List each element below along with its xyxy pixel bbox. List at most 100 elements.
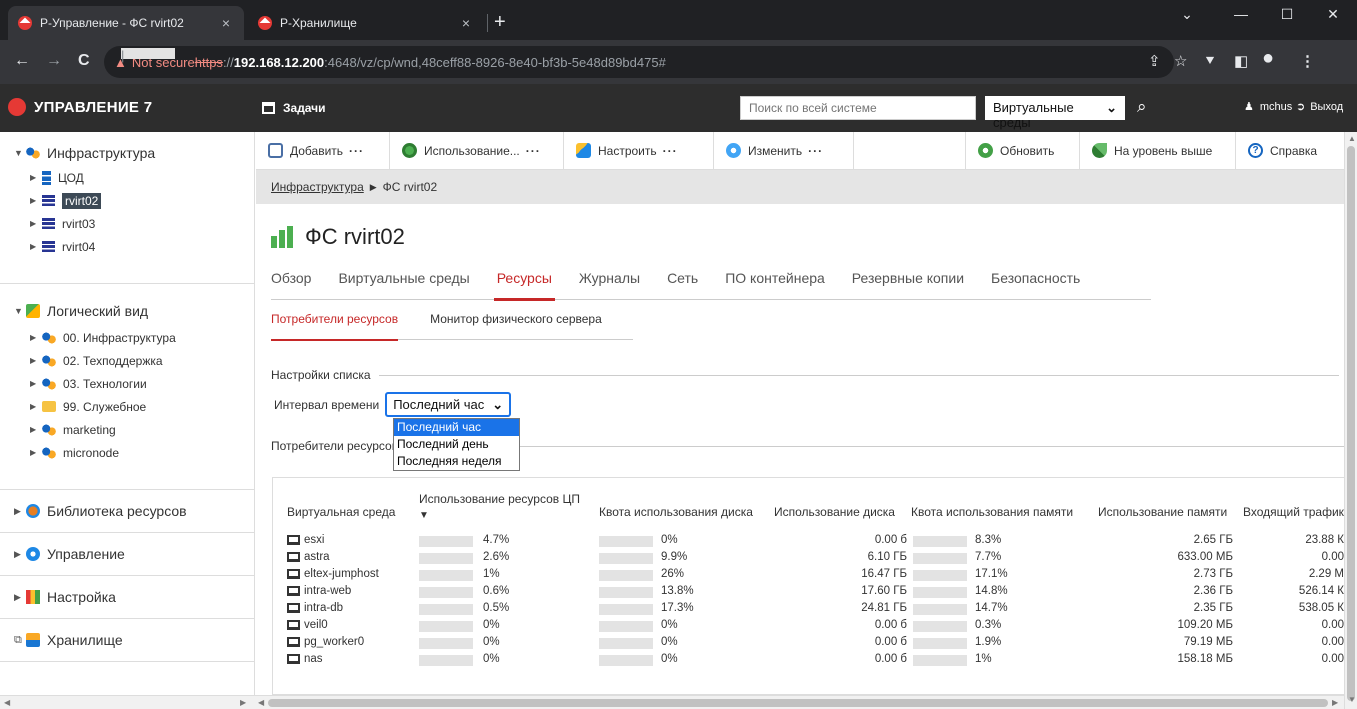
caret-down-icon[interactable]: ▼ <box>14 148 26 158</box>
scroll-left-icon[interactable]: ◀ <box>4 698 10 707</box>
share-icon[interactable]: ⇪ <box>1148 54 1161 70</box>
sidebar-section-title[interactable]: ⧉ Хранилище <box>0 619 254 661</box>
tree-item-infrastructure[interactable]: ▶ 00. Инфраструктура <box>0 326 254 349</box>
up-level-button[interactable]: На уровень выше <box>1080 132 1236 169</box>
scrollbar-thumb[interactable] <box>268 699 1328 707</box>
caret-right-icon[interactable]: ▶ <box>30 402 42 411</box>
address-bar[interactable]: ▲ Not secure | https://192.168.12.200:46… <box>104 46 1174 78</box>
new-tab-button[interactable]: + <box>494 12 506 32</box>
browser-menu-icon[interactable]: ⋮ <box>1300 54 1315 70</box>
column-header-incoming-traffic[interactable]: Входящий трафик <box>1243 505 1344 519</box>
table-row[interactable]: intra-db 0.5% 17.3% 24.81 ГБ 14.7% 2.35 ГБ 538… <box>273 602 1344 618</box>
caret-right-icon[interactable]: ▶ <box>30 379 42 388</box>
user-menu[interactable]: ♟ mchus <box>1244 100 1292 114</box>
main-vertical-scrollbar[interactable]: ▲ ▼ <box>1344 132 1357 709</box>
reload-button[interactable]: C <box>78 52 90 70</box>
column-header-cpu[interactable]: Использование ресурсов ЦП <box>419 492 580 506</box>
vm-name-cell[interactable]: nas <box>287 653 323 665</box>
vm-name-cell[interactable]: intra-web <box>287 585 351 597</box>
scroll-right-icon[interactable]: ▶ <box>240 698 246 707</box>
vm-name-cell[interactable]: pg_worker0 <box>287 636 364 648</box>
table-row[interactable]: pg_worker0 0% 0% 0.00 б 1.9% 79.19 МБ 0.00 <box>273 636 1344 652</box>
caret-right-icon[interactable]: ▶ <box>14 549 26 560</box>
table-row[interactable]: veil0 0% 0% 0.00 б 0.3% 109.20 МБ 0.00 <box>273 619 1344 635</box>
caret-right-icon[interactable]: ▶ <box>30 196 42 205</box>
external-link-icon[interactable]: ⧉ <box>14 634 26 647</box>
forward-button[interactable]: → <box>46 52 62 70</box>
sidebar-section-title[interactable]: ▶ Библиотека ресурсов <box>0 490 254 532</box>
scroll-left-icon[interactable]: ◀ <box>258 698 264 707</box>
configure-button[interactable]: Настроить ··· <box>564 132 714 169</box>
caret-right-icon[interactable]: ▶ <box>30 425 42 434</box>
vm-name-cell[interactable]: esxi <box>287 534 324 546</box>
subtab-physical-server-monitor[interactable]: Монитор физического сервера <box>430 312 602 340</box>
caret-right-icon[interactable]: ▶ <box>14 592 26 603</box>
tab-overview[interactable]: Обзор <box>271 270 311 300</box>
tree-item-micronode[interactable]: ▶ micronode <box>0 441 254 464</box>
tab-network[interactable]: Сеть <box>667 270 698 300</box>
back-button[interactable]: ← <box>14 52 30 70</box>
vm-name-cell[interactable]: eltex-jumphost <box>287 568 379 580</box>
profile-icon[interactable]: ● <box>1262 48 1274 68</box>
sidebar-section-library[interactable]: ▶ Библиотека ресурсов <box>0 490 254 533</box>
tree-item-technologies[interactable]: ▶ 03. Технологии <box>0 372 254 395</box>
app-logo[interactable]: УПРАВЛЕНИЕ 7 <box>8 98 152 116</box>
interval-select[interactable]: Последний час ⌄ <box>385 392 512 417</box>
tab-container-software[interactable]: ПО контейнера <box>725 270 825 300</box>
interval-option-day[interactable]: Последний день <box>394 436 519 453</box>
breadcrumb-link-infrastructure[interactable]: Инфраструктура <box>271 180 364 194</box>
sidebar-section-settings[interactable]: ▶ Настройка <box>0 576 254 619</box>
tab-search-icon[interactable]: ⌄ <box>1164 6 1210 23</box>
window-close-button[interactable]: ✕ <box>1310 6 1356 23</box>
help-button[interactable]: ? Справка <box>1236 132 1344 169</box>
caret-right-icon[interactable]: ▶ <box>30 333 42 342</box>
scroll-up-icon[interactable]: ▲ <box>1348 134 1356 143</box>
usage-button[interactable]: Использование... ··· <box>390 132 564 169</box>
vm-name-cell[interactable]: veil0 <box>287 619 328 631</box>
tree-item-service[interactable]: ▶ 99. Служебное <box>0 395 254 418</box>
table-row[interactable]: esxi 4.7% 0% 0.00 б 8.3% 2.65 ГБ 23.88 К <box>273 534 1344 550</box>
table-row[interactable]: eltex-jumphost 1% 26% 16.47 ГБ 17.1% 2.73 ГБ 2… <box>273 568 1344 584</box>
refresh-button[interactable]: Обновить <box>966 132 1080 169</box>
bookmark-star-icon[interactable]: ☆ <box>1174 54 1187 70</box>
table-row[interactable]: nas 0% 0% 0.00 б 1% 158.18 МБ 0.00 <box>273 653 1344 669</box>
tab-logs[interactable]: Журналы <box>579 270 640 300</box>
browser-tab-upravlenie[interactable]: Р-Управление - ФС rvirt02 × <box>8 6 244 40</box>
tab-backups[interactable]: Резервные копии <box>852 270 964 300</box>
search-icon[interactable]: ⌕ <box>1137 98 1147 116</box>
main-horizontal-scrollbar[interactable]: ◀ ▶ <box>256 695 1344 709</box>
close-icon[interactable]: × <box>458 15 474 31</box>
column-header-mem-quota[interactable]: Квота использования памяти <box>911 505 1073 519</box>
caret-right-icon[interactable]: ▶ <box>30 219 42 228</box>
vm-name-cell[interactable]: astra <box>287 551 330 563</box>
vm-name-cell[interactable]: intra-db <box>287 602 343 614</box>
sidebar-horizontal-scrollbar[interactable]: ◀ ▶ <box>0 695 256 709</box>
add-button[interactable]: Добавить ··· <box>256 132 390 169</box>
scroll-right-icon[interactable]: ▶ <box>1332 698 1338 707</box>
caret-right-icon[interactable]: ▶ <box>30 448 42 457</box>
subtab-resource-consumers[interactable]: Потребители ресурсов <box>271 312 399 341</box>
tree-item-rvirt04[interactable]: ▶ rvirt04 <box>0 235 254 258</box>
column-header-disk-usage[interactable]: Использование диска <box>774 505 895 519</box>
tree-item-rvirt03[interactable]: ▶ rvirt03 <box>0 212 254 235</box>
caret-right-icon[interactable]: ▶ <box>30 356 42 365</box>
caret-right-icon[interactable]: ▶ <box>30 173 42 182</box>
logout-button[interactable]: ➲ Выход <box>1296 100 1343 114</box>
column-header-disk-quota[interactable]: Квота использования диска <box>599 505 753 519</box>
interval-option-hour[interactable]: Последний час <box>394 419 519 436</box>
column-header-vm[interactable]: Виртуальная среда <box>287 505 395 519</box>
tab-resources[interactable]: Ресурсы <box>493 270 556 301</box>
search-scope-select[interactable]: Виртуальные среды ⌄ <box>985 96 1125 130</box>
tree-item-rvirt02[interactable]: ▶ rvirt02 <box>0 189 254 212</box>
scrollbar-thumb[interactable] <box>1347 146 1355 701</box>
minimize-button[interactable]: — <box>1218 6 1264 22</box>
scroll-down-icon[interactable]: ▼ <box>1348 695 1356 704</box>
maximize-button[interactable]: ☐ <box>1264 6 1310 23</box>
extension-icon[interactable]: ⯆ <box>1204 54 1216 70</box>
sidebar-section-storage[interactable]: ⧉ Хранилище <box>0 619 254 662</box>
tree-item-support[interactable]: ▶ 02. Техподдержка <box>0 349 254 372</box>
sidebar-section-title[interactable]: ▶ Управление <box>0 533 254 575</box>
tree-item-marketing[interactable]: ▶ marketing <box>0 418 254 441</box>
table-row[interactable]: intra-web 0.6% 13.8% 17.60 ГБ 14.8% 2.36 ГБ 52… <box>273 585 1344 601</box>
browser-tab-khranilishche[interactable]: Р-Хранилище × <box>248 6 484 40</box>
